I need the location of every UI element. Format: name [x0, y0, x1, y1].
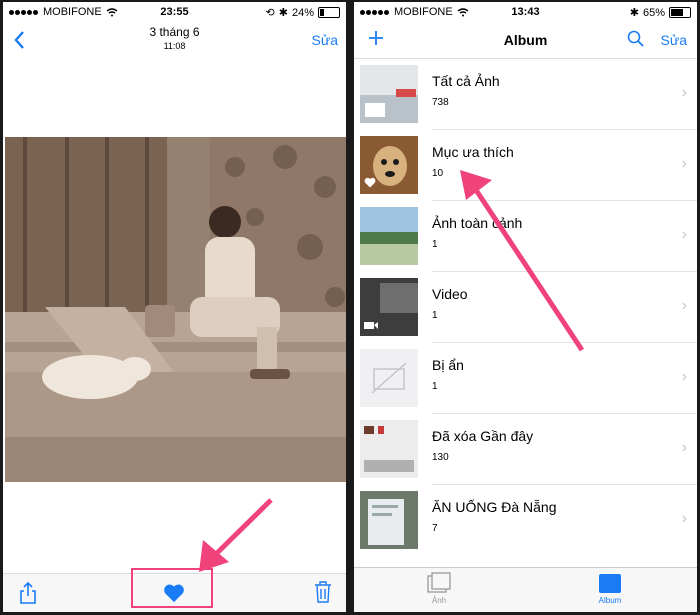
photo-viewer-screen: MOBIFONE 23:55 ⟲ ✱ 24% 3 tháng 6 11:08 S… — [3, 2, 346, 612]
album-list-screen: MOBIFONE 13:43 ✱ 65% Album Sửa Tất cả Ản… — [354, 2, 697, 612]
annotation-arrow — [460, 170, 585, 352]
annotation-arrow — [199, 498, 273, 572]
